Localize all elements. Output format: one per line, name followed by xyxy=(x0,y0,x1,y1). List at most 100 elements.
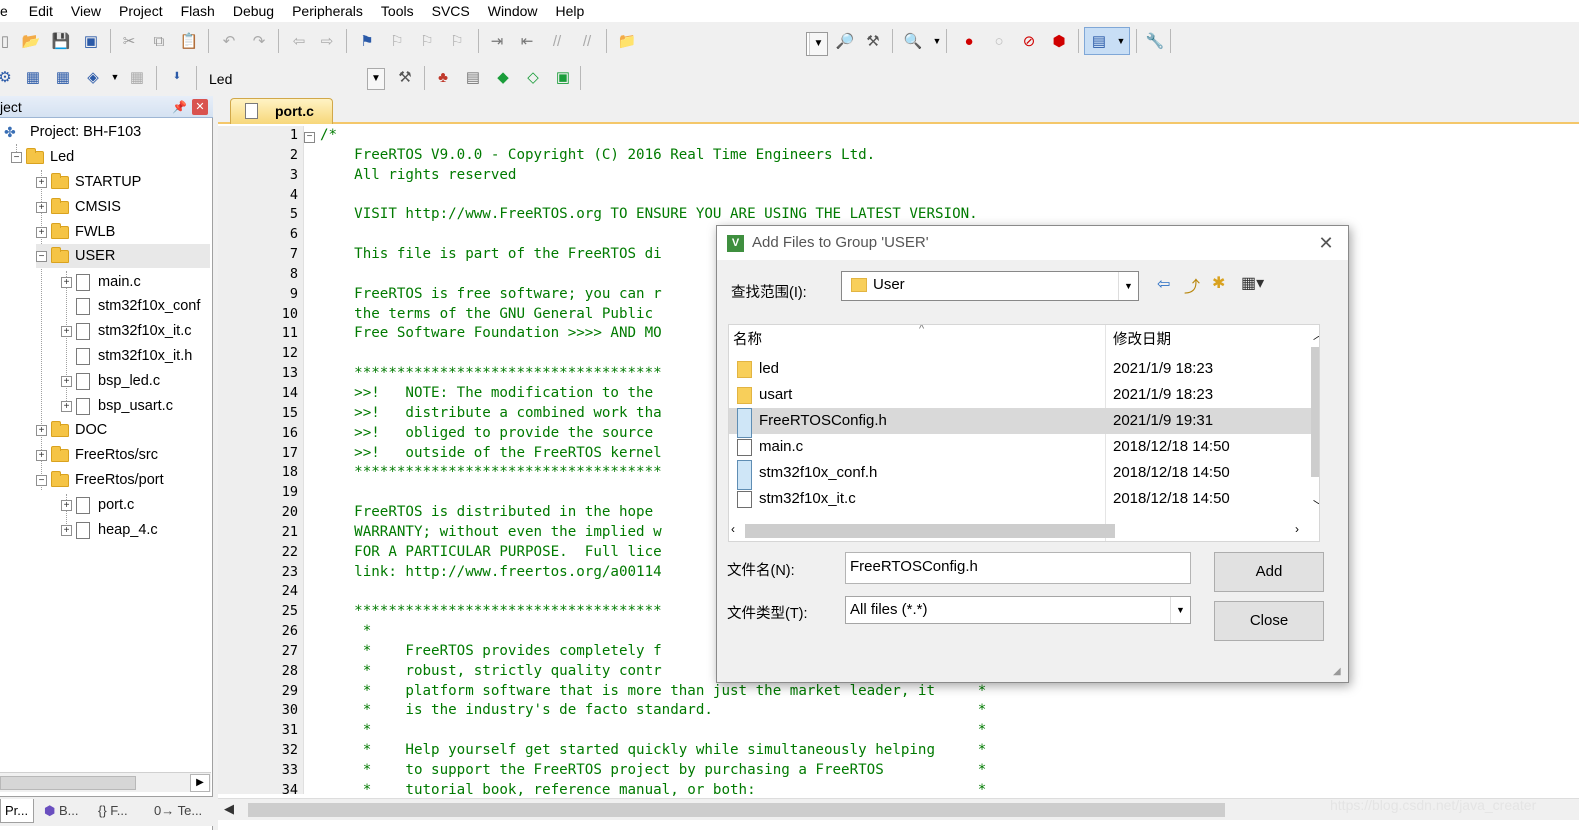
tree-file-heap4-c[interactable]: + heap_4.c xyxy=(61,518,158,542)
menu-help[interactable]: Help xyxy=(547,0,594,22)
menu-svcs[interactable]: SVCS xyxy=(423,0,479,22)
comment-icon[interactable]: // xyxy=(546,30,568,52)
navigate-back-icon[interactable]: ⇦ xyxy=(288,30,310,52)
menu-project[interactable]: Project xyxy=(110,0,172,22)
expand-icon[interactable]: + xyxy=(36,449,47,461)
column-header-name[interactable]: 名称 xyxy=(733,325,762,355)
tree-folder-user[interactable]: − USER xyxy=(36,244,210,268)
tree-file-bsp-led[interactable]: + bsp_led.c xyxy=(61,369,160,393)
menu-view[interactable]: View xyxy=(62,0,110,22)
expand-icon[interactable]: + xyxy=(61,276,72,288)
tree-file-main-c[interactable]: + main.c xyxy=(61,270,141,294)
stop-build-icon[interactable]: ▦ xyxy=(126,66,148,88)
clear-bookmarks-icon[interactable]: ⚐ xyxy=(446,30,468,52)
tree-folder-freertos-port[interactable]: − FreeRtos/port xyxy=(36,468,164,492)
configure-icon[interactable]: 🔧 xyxy=(1144,30,1166,52)
collapse-icon[interactable]: − xyxy=(36,474,47,486)
file-row[interactable]: main.c 2018/12/18 14:50 xyxy=(729,434,1311,460)
incremental-find-icon[interactable]: 🔎 xyxy=(834,30,856,52)
bookmark-icon[interactable]: ⚑ xyxy=(356,30,378,52)
save-icon[interactable]: 💾 xyxy=(50,30,72,52)
target-options-icon[interactable]: ⚒ xyxy=(394,66,416,88)
look-in-select[interactable]: User ▼ xyxy=(841,271,1139,301)
next-bookmark-icon[interactable]: ⚐ xyxy=(416,30,438,52)
scroll-down-icon[interactable]: ﹀ xyxy=(1313,497,1319,513)
undo-icon[interactable]: ↶ xyxy=(218,30,240,52)
expand-icon[interactable]: + xyxy=(36,176,47,188)
tree-file-conf[interactable]: stm32f10x_conf xyxy=(76,294,200,318)
unindent-icon[interactable]: ⇤ xyxy=(516,30,538,52)
disable-all-breakpoints-icon[interactable]: ⊘ xyxy=(1018,30,1040,52)
target-select[interactable]: Led ▼ xyxy=(202,67,386,91)
tree-file-port-c[interactable]: + port.c xyxy=(61,493,134,517)
menu-tools[interactable]: Tools xyxy=(372,0,423,22)
menu-debug[interactable]: Debug xyxy=(224,0,283,22)
menu-file[interactable]: e xyxy=(0,0,20,22)
find-icon[interactable]: ⚒ xyxy=(862,30,884,52)
tab-project[interactable]: Pr... xyxy=(0,799,34,823)
load-download-icon[interactable]: ⬇ xyxy=(166,66,188,88)
expand-icon[interactable]: + xyxy=(61,499,72,511)
file-row[interactable]: led 2021/1/9 18:23 xyxy=(729,356,1311,382)
file-row[interactable]: stm32f10x_it.c 2018/12/18 14:50 xyxy=(729,486,1311,512)
indent-icon[interactable]: ⇥ xyxy=(486,30,508,52)
file-row-selected[interactable]: FreeRTOSConfig.h 2021/1/9 19:31 xyxy=(729,408,1311,438)
open-file-icon[interactable]: 📂 xyxy=(20,30,42,52)
kill-all-breakpoints-icon[interactable]: ⬢ xyxy=(1048,30,1070,52)
tree-folder-fwlb[interactable]: + FWLB xyxy=(36,220,115,244)
expand-icon[interactable]: + xyxy=(61,375,72,387)
expand-icon[interactable]: + xyxy=(61,400,72,412)
new-folder-icon[interactable]: ✱ xyxy=(1212,273,1225,293)
project-hscrollbar[interactable]: ▶ xyxy=(0,772,211,792)
tab-books[interactable]: ⬢ B... xyxy=(40,799,79,823)
filename-input[interactable]: FreeRTOSConfig.h xyxy=(845,552,1191,584)
file-row[interactable]: stm32f10x_conf.h 2018/12/18 14:50 xyxy=(729,460,1311,490)
batch-build-icon[interactable]: ◈ xyxy=(82,66,104,88)
expand-icon[interactable]: + xyxy=(61,524,72,536)
scroll-thumb[interactable] xyxy=(745,524,1115,538)
prev-bookmark-icon[interactable]: ⚐ xyxy=(386,30,408,52)
build-icon[interactable]: ▦ xyxy=(22,66,44,88)
editor-tab-port-c[interactable]: port.c xyxy=(230,98,333,124)
close-icon[interactable]: ✕ xyxy=(1313,230,1339,256)
expand-icon[interactable]: + xyxy=(61,325,72,337)
scroll-thumb[interactable] xyxy=(248,803,1225,817)
pack-installer-icon[interactable]: ▣ xyxy=(552,66,574,88)
rebuild-icon[interactable]: ▦ xyxy=(52,66,74,88)
project-root[interactable]: ✤ Project: BH-F103 xyxy=(4,120,141,144)
close-icon[interactable]: ✕ xyxy=(192,99,208,115)
cut-icon[interactable]: ✂ xyxy=(118,30,140,52)
tree-file-it-h[interactable]: stm32f10x_it.h xyxy=(76,344,192,368)
pin-icon[interactable]: 📌 xyxy=(172,96,187,118)
scroll-thumb[interactable] xyxy=(1311,347,1319,477)
file-list-vscrollbar[interactable]: ︿ ﹀ xyxy=(1311,325,1319,515)
menu-window[interactable]: Window xyxy=(479,0,547,22)
back-arrow-icon[interactable]: ⇦ xyxy=(1157,274,1170,294)
tree-file-bsp-usart[interactable]: + bsp_usart.c xyxy=(61,394,173,418)
scroll-left-icon[interactable]: ◀ xyxy=(224,801,234,817)
expand-icon[interactable]: + xyxy=(36,424,47,436)
manage-multi-project-icon[interactable]: ▤ xyxy=(462,66,484,88)
file-row[interactable]: usart 2021/1/9 18:23 xyxy=(729,382,1311,408)
translate-icon[interactable]: ⚙ xyxy=(0,66,16,88)
scroll-left-icon[interactable]: ‹ xyxy=(731,522,735,536)
chevron-down-icon[interactable]: ▼ xyxy=(926,30,948,52)
navigate-forward-icon[interactable]: ⇨ xyxy=(316,30,338,52)
tree-folder-startup[interactable]: + STARTUP xyxy=(36,170,141,194)
tab-functions[interactable]: {} F... xyxy=(94,799,128,823)
collapse-icon[interactable]: − xyxy=(11,151,22,163)
column-header-date[interactable]: 修改日期 xyxy=(1113,325,1171,355)
fold-collapse-icon[interactable]: − xyxy=(304,132,315,143)
uncomment-icon[interactable]: // xyxy=(576,30,598,52)
save-all-icon[interactable]: ▣ xyxy=(80,30,102,52)
tree-file-it-c[interactable]: + stm32f10x_it.c xyxy=(61,319,192,343)
redo-icon[interactable]: ↷ xyxy=(248,30,270,52)
up-folder-icon[interactable]: ⤴ xyxy=(1184,273,1200,297)
expand-icon[interactable]: + xyxy=(36,226,47,238)
resize-grip-icon[interactable]: ◢ xyxy=(1333,666,1341,677)
menu-flash[interactable]: Flash xyxy=(172,0,224,22)
new-file-icon[interactable]: ▯ xyxy=(0,30,16,52)
add-button[interactable]: Add xyxy=(1214,552,1324,592)
paste-icon[interactable]: 📋 xyxy=(178,30,200,52)
expand-icon[interactable]: + xyxy=(36,201,47,213)
